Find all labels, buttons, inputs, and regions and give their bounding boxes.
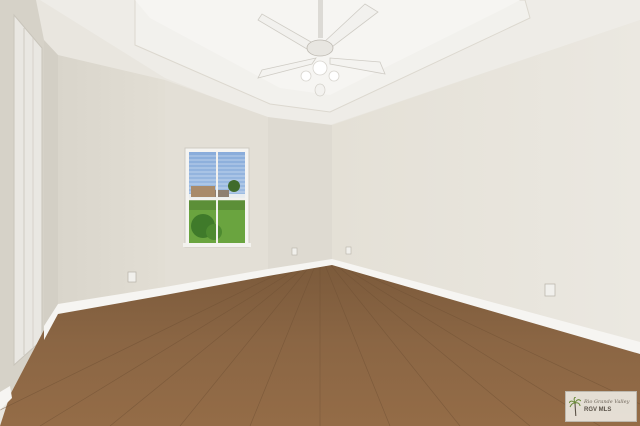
- mls-watermark: Rio Grande Valley RGV MLS: [565, 391, 637, 422]
- light-bulb: [300, 70, 312, 82]
- outlet: [544, 283, 556, 297]
- outlet: [345, 246, 352, 255]
- watermark-mls: RGV MLS: [584, 407, 612, 413]
- outlet: [127, 271, 137, 283]
- left-wall-strip: [44, 40, 58, 330]
- neighbor-house: [191, 186, 215, 197]
- window: [183, 147, 251, 248]
- light-bulb: [328, 70, 340, 82]
- room-photo: [0, 0, 640, 426]
- outlet: [291, 247, 298, 256]
- closet-door: [13, 13, 43, 367]
- alcove-wall: [268, 117, 332, 272]
- light-bulb: [312, 60, 328, 76]
- watermark-brand: Rio Grande Valley: [584, 399, 630, 405]
- palm-tree-icon: [569, 396, 581, 416]
- left-alcove-wall: [58, 55, 165, 308]
